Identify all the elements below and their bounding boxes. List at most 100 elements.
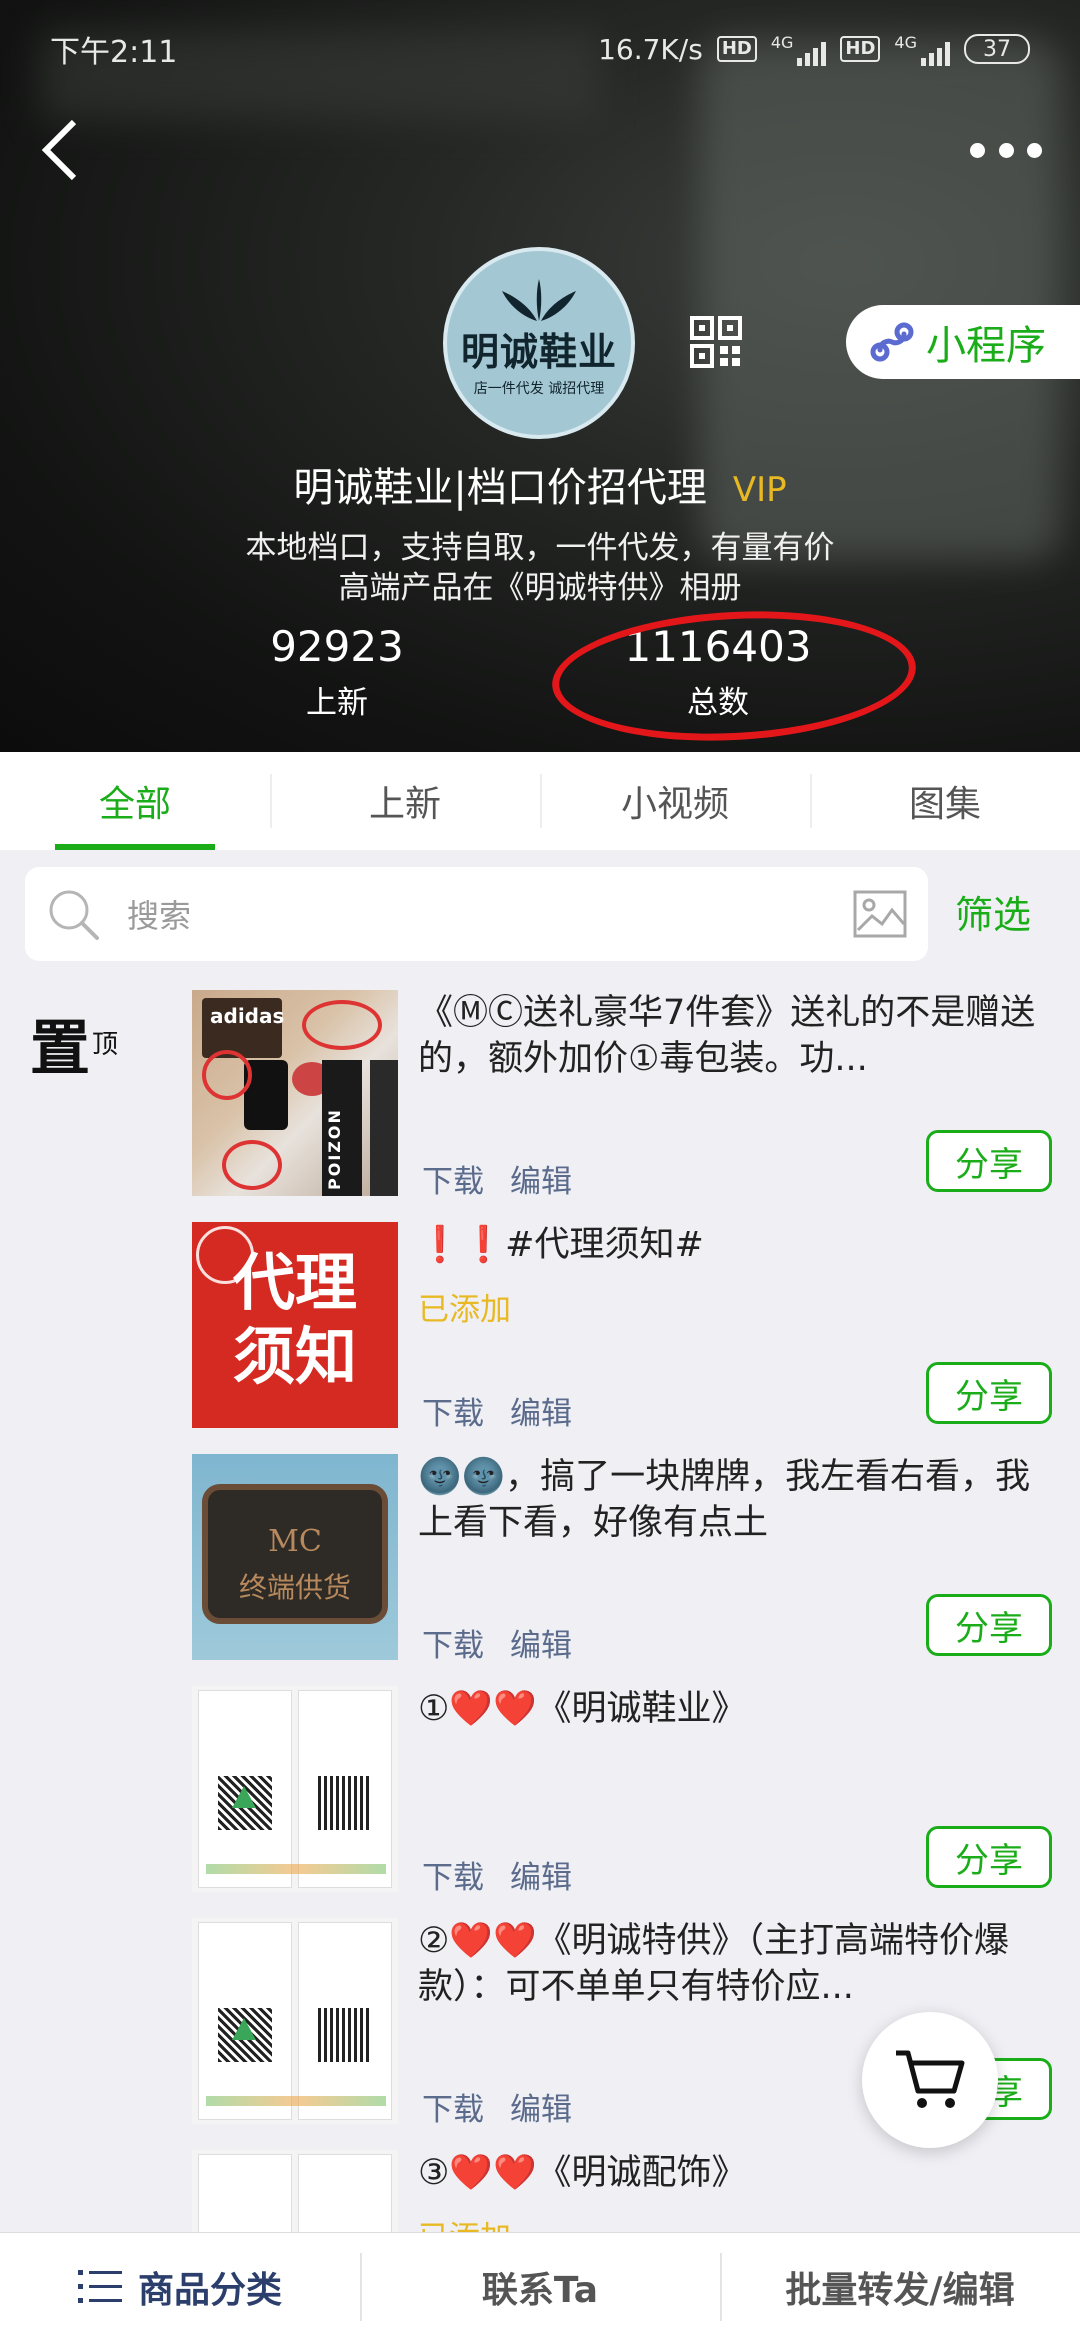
- status-time: 下午2:11: [50, 35, 178, 70]
- notice-line: 代理: [232, 1246, 357, 1319]
- plaque-text: MC: [268, 1524, 322, 1559]
- mini-program-icon: [870, 322, 914, 362]
- description-line: 高端产品在《明诚特供》相册: [338, 570, 742, 606]
- item-title: ❗❗#代理须知#: [418, 1225, 704, 1265]
- item-thumbnail[interactable]: [192, 2150, 398, 2232]
- item-actions: 下载 编辑: [422, 1620, 572, 1665]
- list-item[interactable]: MC 终端供货 🌚🌚，搞了一块牌牌，我左看右看，我上看下看，好像有点土 下载 编…: [192, 1454, 1052, 1664]
- stat-label: 上新: [306, 685, 368, 721]
- logo-subtitle: 店一件代发 诚招代理: [473, 380, 605, 397]
- item-actions: 下载 编辑: [422, 2084, 572, 2129]
- tab-videos[interactable]: 小视频: [540, 752, 810, 850]
- tab-new[interactable]: 上新: [270, 752, 540, 850]
- plaque-text: 终端供货: [238, 1571, 351, 1604]
- qr-code-icon[interactable]: [690, 316, 742, 368]
- share-button[interactable]: 分享: [926, 1362, 1052, 1424]
- signal-icon: 4G: [771, 33, 827, 66]
- network-type: 4G: [770, 32, 794, 52]
- leaf-logo-icon: [502, 278, 576, 321]
- item-thumbnail[interactable]: adidas POIZON: [192, 990, 398, 1196]
- description-line: 本地档口，支持自取，一件代发，有量有价: [245, 530, 835, 566]
- shop-name: 明诚鞋业|档口价招代理 VIP: [0, 455, 1080, 513]
- thumb-brand-text: adidas: [210, 1004, 285, 1028]
- notice-text: 代理 须知: [192, 1246, 398, 1394]
- added-status: 已添加: [418, 2212, 511, 2232]
- mini-program-button[interactable]: 小程序: [846, 305, 1080, 379]
- thumb-brand-text: POIZON: [325, 1108, 344, 1190]
- share-button[interactable]: 分享: [926, 1130, 1052, 1192]
- item-thumbnail[interactable]: [192, 1918, 398, 2124]
- battery-icon: 37: [964, 34, 1030, 64]
- pinned-label-big: 置: [30, 1014, 90, 1084]
- item-title: ③❤️❤️《明诚配饰》: [418, 2153, 747, 2193]
- download-link[interactable]: 下载: [422, 1156, 484, 1201]
- more-menu-button[interactable]: [970, 128, 1042, 172]
- item-title: ①❤️❤️《明诚鞋业》: [418, 1689, 747, 1729]
- item-title: 《ⓂⒸ送礼豪华7件套》送礼的不是赠送的，额外加价①毒包装。功...: [418, 993, 1036, 1079]
- edit-link[interactable]: 编辑: [510, 1388, 572, 1433]
- list-item[interactable]: adidas POIZON 《ⓂⒸ送礼豪华7件套》送礼的不是赠送的，额外加价①毒…: [192, 990, 1052, 1200]
- tab-bar: 全部 上新 小视频 图集: [0, 752, 1080, 850]
- status-bar: 下午2:11 16.7K/s HD 4G HD 4G 37: [50, 26, 1030, 72]
- signal-icon: 4G: [894, 33, 950, 66]
- download-link[interactable]: 下载: [422, 1388, 484, 1433]
- mini-program-label: 小程序: [926, 323, 1046, 369]
- edit-link[interactable]: 编辑: [510, 1852, 572, 1897]
- stat-value: 92923: [270, 622, 404, 671]
- search-icon: [49, 890, 99, 940]
- item-thumbnail[interactable]: MC 终端供货: [192, 1454, 398, 1660]
- added-status: 已添加: [418, 1292, 511, 1328]
- shop-description: 本地档口，支持自取，一件代发，有量有价 高端产品在《明诚特供》相册: [0, 528, 1080, 608]
- shop-avatar[interactable]: 明诚鞋业 店一件代发 诚招代理: [443, 247, 635, 439]
- shop-header: 下午2:11 16.7K/s HD 4G HD 4G 37 明诚鞋业 店一件代发…: [0, 0, 1080, 752]
- stat-new[interactable]: 92923 上新: [187, 622, 487, 722]
- download-link[interactable]: 下载: [422, 2084, 484, 2129]
- more-dot-icon: [1027, 142, 1042, 158]
- network-type: 4G: [894, 32, 917, 52]
- contact-button[interactable]: 联系Ta: [360, 2233, 720, 2340]
- categories-button[interactable]: 商品分类: [0, 2233, 360, 2340]
- logo-name: 明诚鞋业: [460, 329, 617, 374]
- filter-button[interactable]: 筛选: [955, 884, 1031, 939]
- item-thumbnail[interactable]: 代理 须知: [192, 1222, 398, 1428]
- download-link[interactable]: 下载: [422, 1852, 484, 1897]
- item-actions: 下载 编辑: [422, 1156, 572, 1201]
- edit-link[interactable]: 编辑: [510, 1620, 572, 1665]
- list-item[interactable]: 代理 须知 ❗❗#代理须知# 已添加 下载 编辑 分享: [192, 1222, 1052, 1432]
- shopping-cart-icon: [896, 2050, 965, 2108]
- tab-albums[interactable]: 图集: [810, 752, 1080, 850]
- edit-link[interactable]: 编辑: [510, 2084, 572, 2129]
- edit-link[interactable]: 编辑: [510, 1156, 572, 1201]
- shop-name-text: 明诚鞋业|档口价招代理: [293, 465, 707, 511]
- share-button[interactable]: 分享: [926, 1826, 1052, 1888]
- list-icon: [77, 2269, 122, 2303]
- pinned-label-small: 顶: [92, 1030, 119, 1060]
- bottom-bar: 商品分类 联系Ta 批量转发/编辑: [0, 2232, 1080, 2340]
- hd-icon: HD: [840, 36, 881, 62]
- back-button[interactable]: [30, 115, 90, 185]
- cart-button[interactable]: [862, 2012, 998, 2148]
- more-dot-icon: [970, 142, 985, 158]
- tab-all[interactable]: 全部: [0, 752, 270, 850]
- pinned-label: 置顶: [30, 1000, 118, 1087]
- batch-forward-edit-button[interactable]: 批量转发/编辑: [720, 2233, 1080, 2340]
- download-link[interactable]: 下载: [422, 1620, 484, 1665]
- categories-label: 商品分类: [137, 2269, 282, 2311]
- share-button[interactable]: 分享: [926, 1594, 1052, 1656]
- item-title: 🌚🌚，搞了一块牌牌，我左看右看，我上看下看，好像有点土: [418, 1457, 1031, 1543]
- list-item[interactable]: ③❤️❤️《明诚配饰》 已添加: [192, 2150, 1052, 2232]
- hd-icon: HD: [716, 36, 757, 62]
- search-bar[interactable]: 搜索: [25, 867, 928, 961]
- item-actions: 下载 编辑: [422, 1852, 572, 1897]
- image-search-icon[interactable]: [852, 886, 908, 942]
- list-item[interactable]: ①❤️❤️《明诚鞋业》 下载 编辑 分享: [192, 1686, 1052, 1896]
- net-speed: 16.7K/s: [598, 32, 703, 66]
- search-placeholder: 搜索: [127, 897, 192, 935]
- item-actions: 下载 编辑: [422, 1388, 572, 1433]
- vip-badge: VIP: [732, 470, 787, 510]
- item-title: ②❤️❤️《明诚特供》（主打高端特价爆款）：可不单单只有特价应...: [418, 1921, 1010, 2007]
- notice-line: 须知: [232, 1320, 357, 1393]
- item-thumbnail[interactable]: [192, 1686, 398, 1892]
- more-dot-icon: [998, 142, 1014, 158]
- back-arrow-icon: [41, 119, 77, 181]
